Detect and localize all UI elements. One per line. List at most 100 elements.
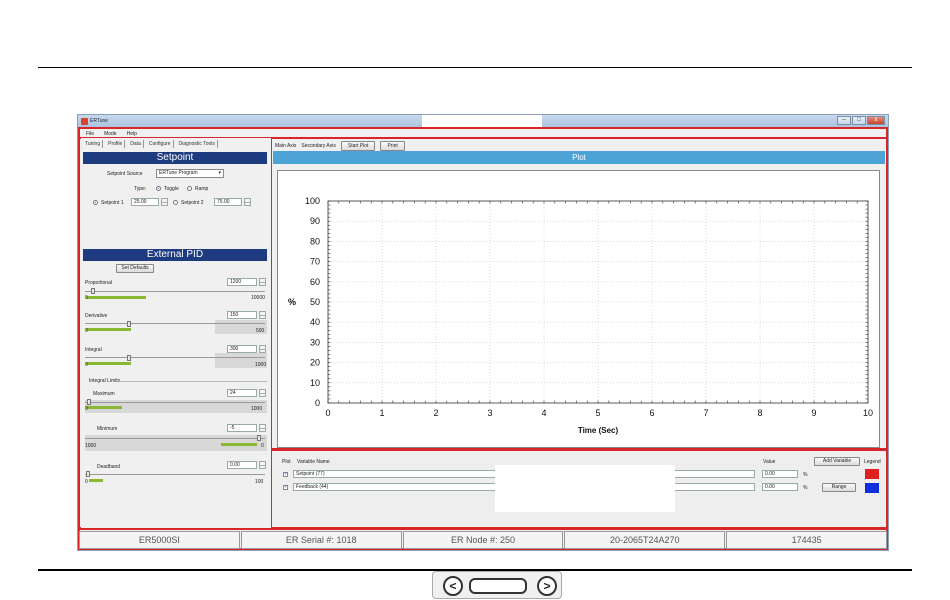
y-axis-label: % [288,297,296,307]
deadband-input[interactable]: 0.00 [227,461,257,469]
status-id: 174435 [726,531,887,549]
print-button[interactable]: Print [380,141,405,151]
y-tick-label: 80 [310,236,320,246]
proportional-spinner[interactable] [259,278,266,286]
next-page-button[interactable]: > [537,576,557,596]
maximum-min: 0 [85,406,88,412]
integral-limits-divider [119,381,267,382]
integral-input[interactable]: 300 [227,345,257,353]
maximum-input[interactable]: 24 [227,389,257,397]
derivative-level [86,328,131,331]
setpoint2-spinner[interactable] [244,198,251,206]
status-node: ER Node #: 250 [402,531,564,549]
x-tick-label: 7 [703,408,708,418]
page-nav: < > [432,571,562,599]
minimum-spinner[interactable] [259,424,266,432]
app-icon [81,118,88,125]
feedback-value-field: 0.00 [762,483,798,491]
minimum-max: 0 [261,443,264,449]
integral-max: 1000 [255,362,267,368]
feedback-legend-swatch[interactable] [865,483,879,493]
setpoint1-input[interactable]: 25.00 [131,198,159,206]
top-rule [38,67,912,68]
plot-toolbar: Main Axis Secondary Axis Start Plot Prin… [275,141,405,151]
minimum-thumb[interactable] [257,435,261,441]
y-tick-label: 30 [310,337,320,347]
minimum-label: Minimum [97,426,118,432]
integral-thumb[interactable] [127,355,131,361]
add-variable-button[interactable]: Add Variable [814,457,860,466]
external-pid-heading: External PID [83,249,267,261]
x-tick-label: 0 [325,408,330,418]
proportional-input[interactable]: 1200 [227,278,257,286]
plot-heading: Plot [273,151,885,164]
start-plot-button[interactable]: Start Plot [340,141,376,151]
derivative-min: 0 [85,328,88,334]
setpoint-plot-checkbox[interactable]: ✓ [283,472,288,477]
tab-main-axis[interactable]: Main Axis [275,143,296,149]
col-legend-label: Legend [864,459,881,465]
y-tick-label: 50 [310,297,320,307]
integral-min: 0 [85,362,88,368]
x-tick-label: 5 [595,408,600,418]
setpoint2-radio[interactable] [173,200,178,205]
setpoint-source-select[interactable]: ERTune Program ▾ [156,169,224,178]
setpoint-value-field: 0.00 [762,470,798,478]
maximum-max: 1000 [251,406,263,412]
status-serial: ER Serial #: 1018 [240,531,402,549]
maximum-spinner[interactable] [259,389,266,397]
tab-profile[interactable]: Profile [106,140,126,148]
y-tick-label: 100 [305,196,320,206]
tab-data[interactable]: Data [128,140,144,148]
derivative-spinner[interactable] [259,311,266,319]
feedback-plot-checkbox[interactable]: ✓ [283,485,288,490]
deadband-spinner[interactable] [259,461,266,469]
status-model: ER5000SI [79,531,240,549]
maximum-thumb[interactable] [87,399,91,405]
proportional-max: 10000 [251,295,265,301]
type-label: Type: [134,186,147,192]
ramp-label: Ramp [195,186,209,192]
x-tick-label: 3 [487,408,492,418]
proportional-thumb[interactable] [91,288,95,294]
range-button[interactable]: Range [822,483,856,492]
ramp-radio[interactable] [187,186,192,191]
deadband-thumb[interactable] [86,471,90,477]
setpoint1-spinner[interactable] [161,198,168,206]
chart-svg: 0 1 2 3 4 5 6 7 8 9 100102030405060708090100Time (… [288,196,873,435]
tab-tuning[interactable]: Tuning [83,140,104,148]
setpoint-legend-swatch[interactable] [865,469,879,479]
chevron-down-icon: ▾ [218,170,221,176]
deadband-track [85,474,265,475]
derivative-label: Derivative [85,313,108,319]
toggle-radio[interactable] [156,186,161,191]
col-value-label: Value [763,459,776,465]
x-tick-label: 1 [379,408,384,418]
derivative-thumb[interactable] [127,321,131,327]
minimize-button[interactable]: – [837,116,851,125]
legend-panel: Plot Variable Name Value Add Variable Le… [273,452,885,526]
x-tick-label: 8 [757,408,762,418]
integral-spinner[interactable] [259,345,266,353]
y-tick-label: 40 [310,317,320,327]
derivative-input[interactable]: 150 [227,311,257,319]
tab-diagnostic-tools[interactable]: Diagnostic Tools [177,140,218,148]
close-button[interactable]: x [867,116,885,125]
tab-configure[interactable]: Configure [147,140,174,148]
col-variable-label: Variable Name [297,459,330,465]
setpoint1-radio[interactable] [93,200,98,205]
proportional-track [85,291,265,292]
setpoint2-input[interactable]: 75.00 [214,198,242,206]
plot-area: 0 1 2 3 4 5 6 7 8 9 10 0 10 20 30 40 50 60 70 80 90 100 Time (… [277,170,880,448]
tab-secondary-axis[interactable]: Secondary Axis [301,143,335,149]
minimum-input[interactable]: -5 [227,424,257,432]
setpoint-unit: % [803,472,808,478]
x-tick-label: 9 [811,408,816,418]
setpoint2-label: Setpoint 2 [181,200,204,206]
page-indicator[interactable] [469,578,527,594]
maximize-button[interactable]: □ [852,116,866,125]
set-defaults-button[interactable]: Set Defaults [116,264,154,273]
redaction-block [495,465,675,512]
x-tick-label: 6 [649,408,654,418]
prev-page-button[interactable]: < [443,576,463,596]
